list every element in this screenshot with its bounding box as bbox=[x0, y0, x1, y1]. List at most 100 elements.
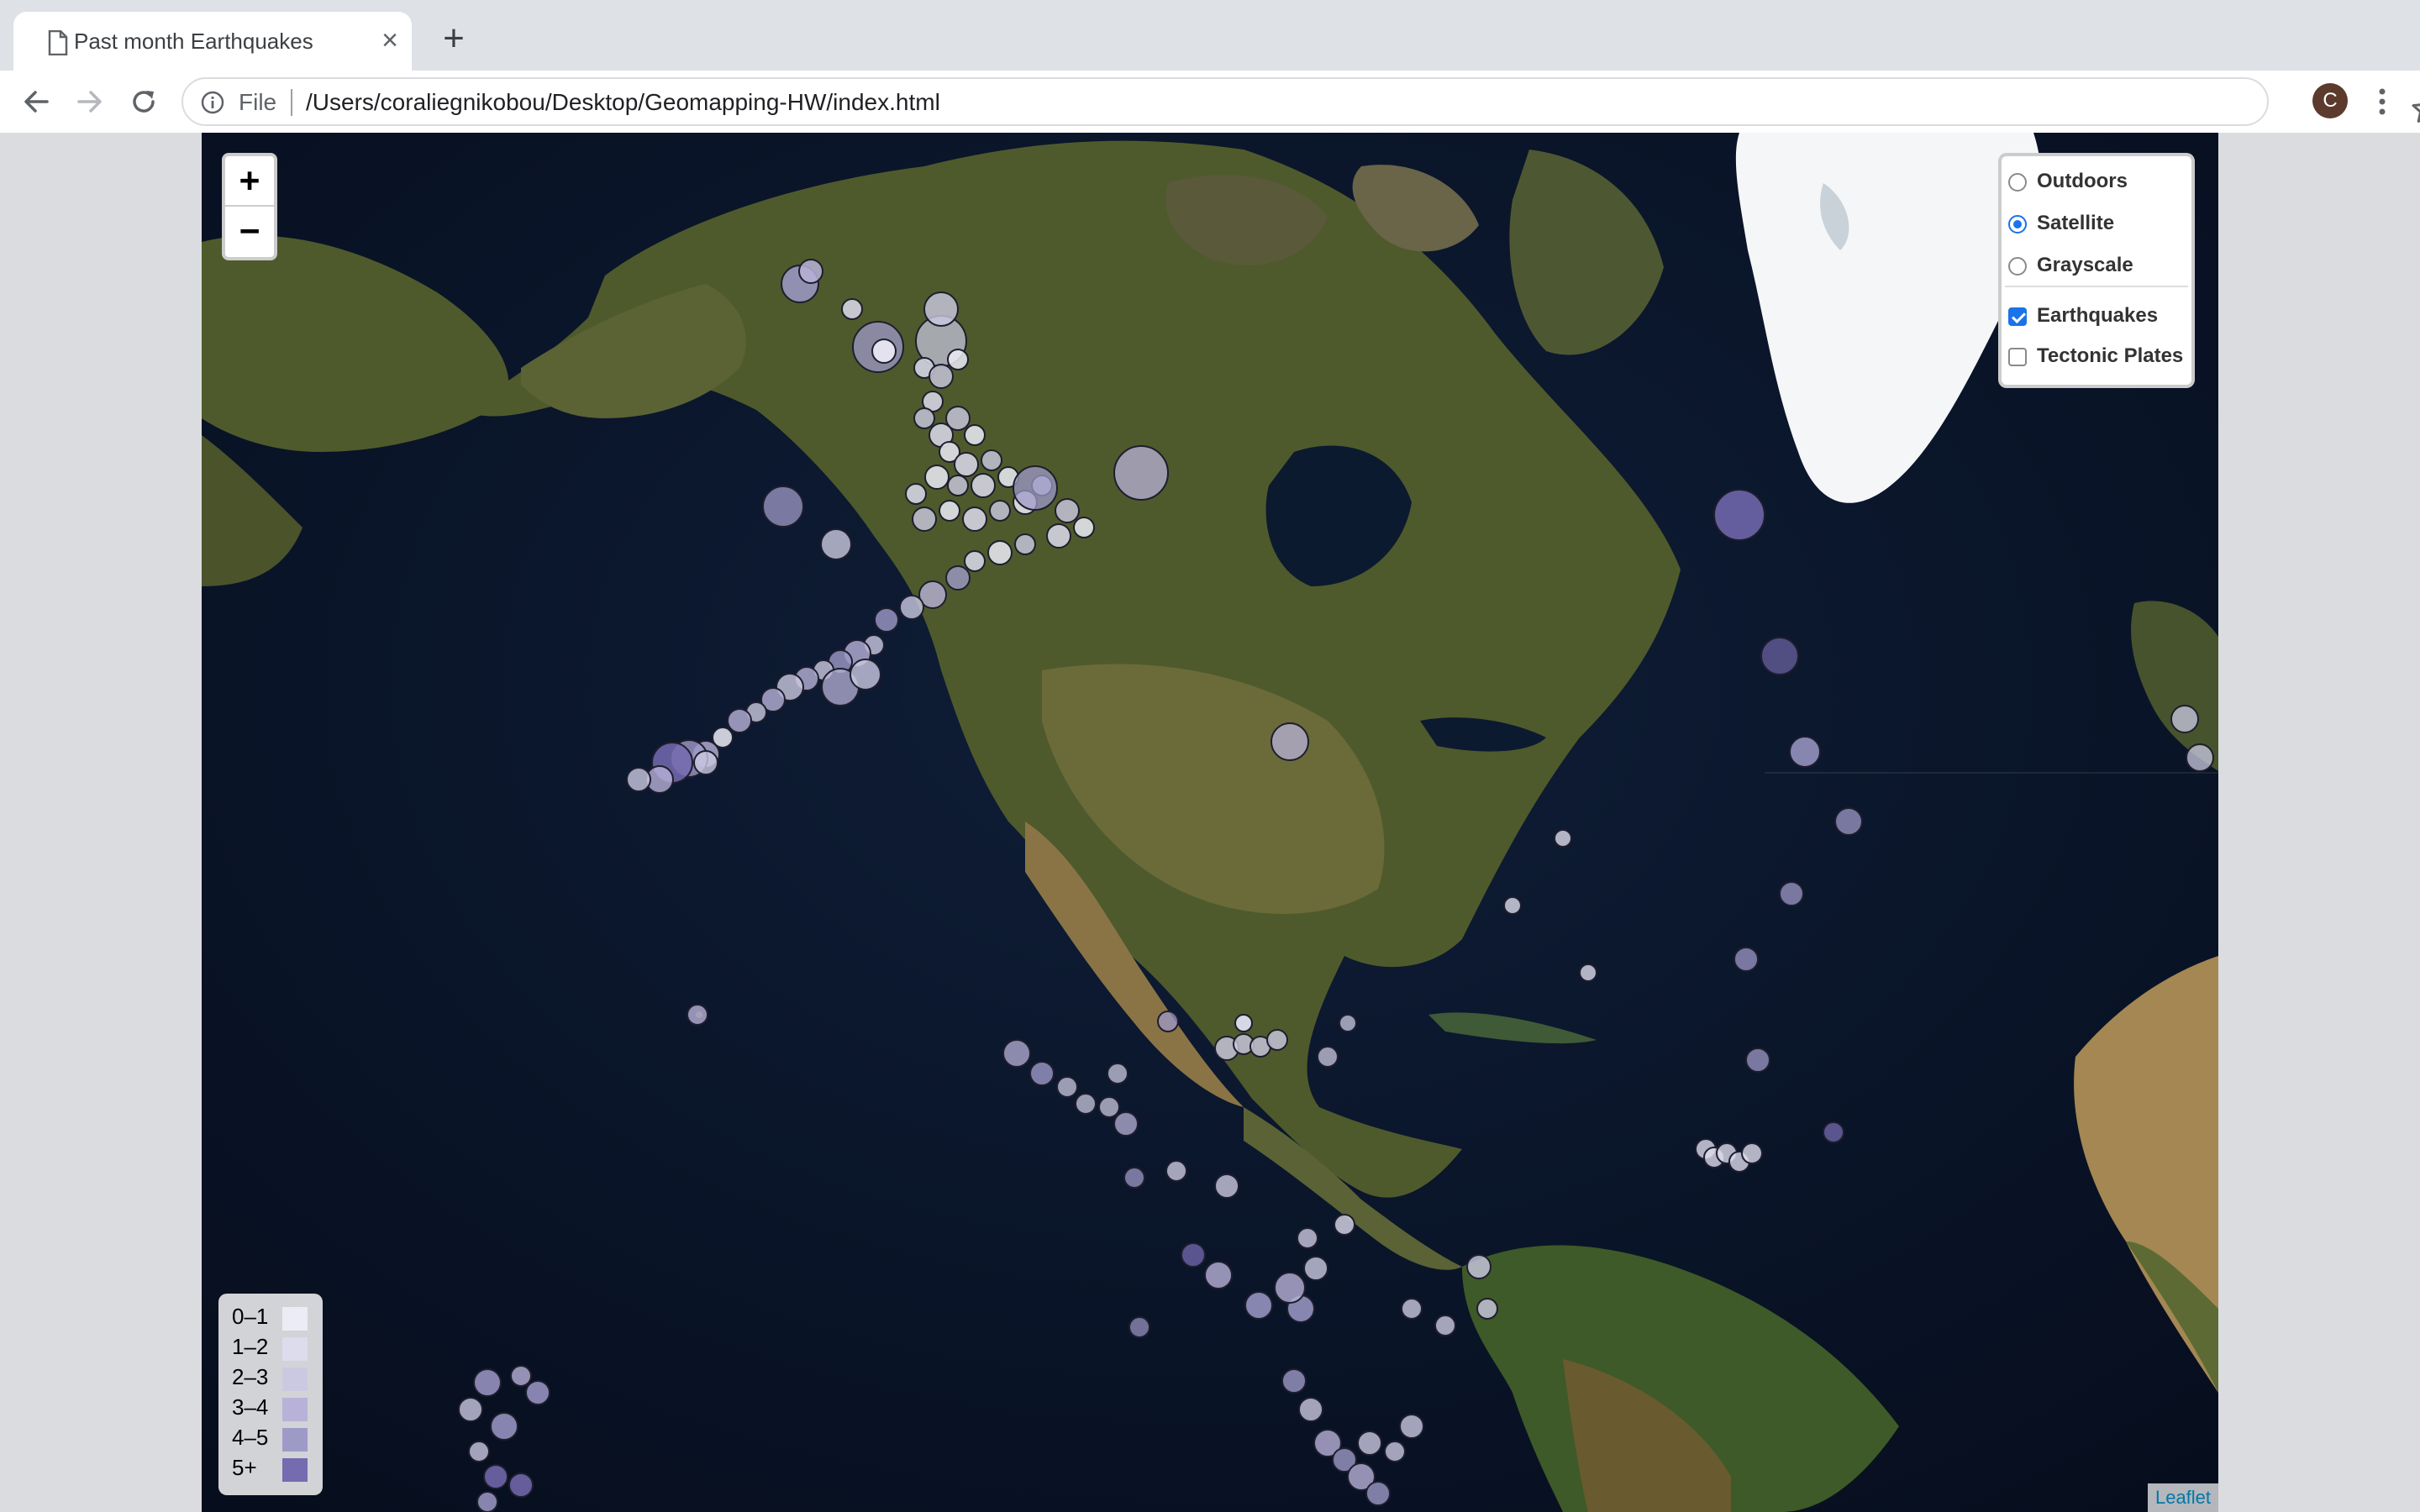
earthquake-marker bbox=[1554, 829, 1572, 848]
active-tab[interactable]: Past month Earthquakes × bbox=[13, 12, 412, 71]
earthquake-marker bbox=[1317, 1046, 1339, 1068]
earthquake-marker bbox=[1055, 498, 1080, 523]
earthquake-marker bbox=[1157, 1011, 1179, 1032]
satellite-radio[interactable] bbox=[2008, 215, 2027, 234]
earthquake-marker bbox=[981, 449, 1002, 471]
legend-label: 3–4 bbox=[232, 1394, 269, 1420]
map-container[interactable]: + − Outdoors Satellite Grayscale Earthqu… bbox=[202, 133, 2218, 1512]
earthquake-marker bbox=[693, 750, 718, 775]
browser-toolbar: File /Users/coraliegnikobou/Desktop/Geom… bbox=[0, 71, 2420, 134]
overlay-label: Tectonic Plates bbox=[2037, 344, 2184, 367]
overlay-label: Earthquakes bbox=[2037, 304, 2159, 327]
earthquake-marker bbox=[1107, 1063, 1128, 1084]
earthquake-marker bbox=[1113, 445, 1169, 501]
earthquake-marker bbox=[1789, 736, 1821, 768]
earthquake-marker bbox=[1281, 1368, 1307, 1394]
address-bar[interactable]: File /Users/coraliegnikobou/Desktop/Geom… bbox=[182, 77, 2420, 126]
zoom-in-button[interactable]: + bbox=[225, 156, 274, 207]
earthquake-marker bbox=[525, 1380, 550, 1405]
legend-swatch bbox=[282, 1307, 308, 1331]
earthquake-marker bbox=[912, 507, 937, 532]
earthquake-marker bbox=[1214, 1173, 1239, 1199]
earthquake-marker bbox=[954, 452, 979, 477]
leaflet-attribution-link[interactable]: Leaflet bbox=[2148, 1483, 2218, 1512]
close-icon[interactable]: × bbox=[375, 25, 405, 55]
earthquake-marker bbox=[510, 1365, 532, 1387]
earthquake-marker bbox=[1013, 465, 1058, 511]
earthquake-marker bbox=[924, 465, 950, 490]
earthquake-marker bbox=[947, 475, 969, 496]
base-layer-label: Grayscale bbox=[2037, 254, 2133, 276]
scheme-label: File bbox=[239, 89, 277, 115]
outdoors-radio[interactable] bbox=[2008, 173, 2027, 192]
legend-label: 1–2 bbox=[232, 1334, 269, 1359]
earthquakes-checkbox[interactable] bbox=[2008, 307, 2027, 326]
earthquake-marker bbox=[468, 1441, 490, 1462]
earthquake-marker bbox=[1303, 1256, 1328, 1281]
earthquake-marker bbox=[1579, 963, 1597, 982]
earthquake-marker bbox=[1181, 1242, 1206, 1268]
earthquake-marker bbox=[989, 500, 1011, 522]
earthquake-marker bbox=[1339, 1014, 1357, 1032]
kebab-menu-icon[interactable] bbox=[2368, 84, 2396, 119]
legend-label: 2–3 bbox=[232, 1364, 269, 1389]
earthquake-marker bbox=[1002, 1039, 1031, 1068]
earthquake-marker bbox=[1234, 1014, 1253, 1032]
omnibox-divider bbox=[291, 89, 292, 116]
zoom-control: + − bbox=[222, 153, 277, 260]
earthquake-marker bbox=[1056, 1076, 1078, 1098]
forward-arrow-icon[interactable] bbox=[72, 84, 108, 119]
earthquake-marker bbox=[508, 1473, 534, 1498]
earthquake-marker bbox=[913, 407, 935, 429]
earthquake-marker bbox=[1244, 1291, 1273, 1320]
info-icon[interactable] bbox=[200, 90, 225, 115]
legend-label: 0–1 bbox=[232, 1304, 269, 1329]
reload-icon[interactable] bbox=[126, 84, 161, 119]
earthquake-marker bbox=[1165, 1160, 1187, 1182]
magnitude-legend: 0–1 1–2 2–3 3–4 4–5 5+ bbox=[218, 1294, 323, 1495]
earthquake-marker bbox=[1128, 1316, 1150, 1338]
earthquake-marker bbox=[905, 483, 927, 505]
legend-swatch bbox=[282, 1398, 308, 1421]
url-text[interactable]: /Users/coraliegnikobou/Desktop/Geomappin… bbox=[306, 89, 940, 116]
earthquake-marker bbox=[929, 364, 954, 389]
earthquake-marker bbox=[1434, 1315, 1456, 1336]
earthquake-marker bbox=[899, 595, 924, 620]
legend-swatch bbox=[282, 1428, 308, 1452]
avatar[interactable]: C bbox=[2312, 83, 2348, 118]
zoom-out-button[interactable]: − bbox=[225, 207, 274, 255]
earthquake-marker bbox=[1399, 1414, 1424, 1439]
earthquake-marker bbox=[2170, 705, 2199, 733]
earthquake-marker bbox=[473, 1368, 502, 1397]
back-arrow-icon[interactable] bbox=[18, 84, 54, 119]
earthquake-marker bbox=[1298, 1397, 1323, 1422]
earthquake-marker bbox=[939, 500, 960, 522]
earthquake-marker bbox=[1357, 1431, 1382, 1456]
earthquake-marker bbox=[964, 424, 986, 446]
earthquake-marker bbox=[727, 708, 752, 733]
earthquake-marker bbox=[820, 528, 852, 560]
layers-separator bbox=[2005, 286, 2188, 287]
tab-strip: Past month Earthquakes × + bbox=[0, 0, 2420, 71]
satellite-basemap[interactable] bbox=[202, 133, 2218, 1512]
tab-title: Past month Earthquakes bbox=[74, 29, 313, 54]
legend-label: 4–5 bbox=[232, 1425, 269, 1450]
base-layer-label: Satellite bbox=[2037, 212, 2115, 234]
earthquake-marker bbox=[850, 659, 881, 690]
earthquake-marker bbox=[1270, 722, 1309, 761]
star-icon[interactable] bbox=[2410, 92, 2420, 126]
earthquake-marker bbox=[1823, 1121, 1844, 1143]
earthquake-marker bbox=[1014, 533, 1036, 555]
earthquake-marker bbox=[1834, 807, 1863, 836]
earthquake-marker bbox=[1745, 1047, 1770, 1073]
earthquake-marker bbox=[871, 339, 897, 364]
earthquake-marker bbox=[1123, 1167, 1145, 1189]
tectonic-plates-checkbox[interactable] bbox=[2008, 348, 2027, 366]
earthquake-marker bbox=[2186, 743, 2214, 772]
earthquake-marker bbox=[1075, 1093, 1097, 1115]
earthquake-marker bbox=[1779, 881, 1804, 906]
plus-icon[interactable]: + bbox=[437, 20, 471, 57]
earthquake-marker bbox=[798, 259, 823, 284]
grayscale-radio[interactable] bbox=[2008, 257, 2027, 276]
earthquake-marker bbox=[1029, 1061, 1055, 1086]
